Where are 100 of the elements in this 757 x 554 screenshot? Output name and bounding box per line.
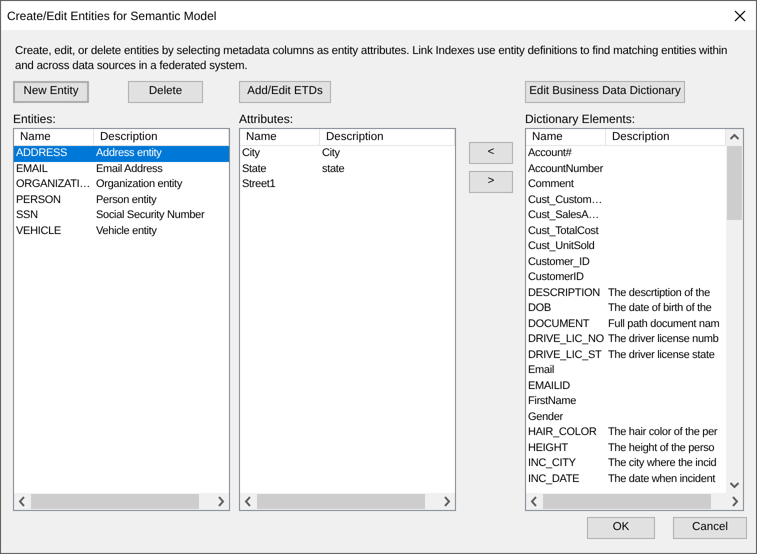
cancel-button[interactable]: Cancel: [673, 517, 747, 539]
dictionary-label: Dictionary Elements:: [525, 111, 636, 128]
name-cell-text: Customer_ID: [527, 254, 590, 270]
name-cell-text: SSN: [15, 208, 39, 223]
horizontal-scrollbar[interactable]: [240, 493, 455, 510]
description-cell-text: Social Security Number: [95, 208, 204, 223]
ok-button[interactable]: OK: [587, 517, 655, 539]
dialog-description: Create, edit, or delete entities by selecting metadata columns as entity attributes. Link Indexes use entity definitions to find matching entities within and across data sources in a federated system.: [15, 44, 728, 74]
name-cell-text: PERSON: [15, 192, 62, 208]
vertical-scrollbar[interactable]: [726, 129, 743, 493]
name-cell-text: DESCRIPTION: [527, 286, 601, 300]
column-header[interactable]: Description: [94, 129, 229, 145]
list-row[interactable]: PERSON Person entity: [14, 192, 229, 208]
description-cell-text: Full path document nam: [607, 316, 720, 332]
description-cell-text: state: [321, 162, 344, 176]
description-cell-text: Vehicle entity: [95, 224, 157, 238]
name-cell-text: DRIVE_LIC_ST: [527, 348, 602, 362]
list-row[interactable]: DESCRIPTION The descrtiption of the: [526, 286, 726, 301]
list-row[interactable]: FirstName: [526, 394, 726, 410]
move-right-button[interactable]: >: [469, 171, 513, 193]
name-cell-text: INC_CITY: [527, 456, 577, 471]
description-cell-text: The city where the incid: [607, 456, 716, 471]
list-row[interactable]: INC_DATE The date when incident: [526, 472, 726, 487]
description-cell-text: The driver license numb: [607, 332, 718, 347]
column-header[interactable]: Name: [526, 129, 606, 145]
description-cell-text: Address entity: [95, 146, 162, 161]
list-row[interactable]: Street1: [240, 177, 455, 192]
name-cell-text: ADDRESS: [15, 146, 68, 161]
new-entity-button[interactable]: New Entity: [13, 81, 89, 103]
list-row[interactable]: Cust_SalesA…: [526, 208, 726, 224]
name-cell-text: HEIGHT: [527, 440, 569, 456]
description-cell-text: The hair color of the per: [607, 425, 718, 440]
move-left-button[interactable]: <: [469, 142, 513, 164]
list-row[interactable]: ORGANIZATI… Organization entity: [14, 177, 229, 192]
description-cell-text: The date when incident: [607, 472, 716, 486]
horizontal-scrollbar[interactable]: [14, 493, 229, 510]
list-row[interactable]: HEIGHT The height of the perso: [526, 440, 726, 456]
name-cell-text: State: [241, 162, 268, 176]
list-row[interactable]: SSN Social Security Number: [14, 208, 229, 224]
description-cell-text: Organization entity: [95, 177, 182, 192]
window-title: Create/Edit Entities for Semantic Model: [7, 8, 218, 24]
list-row[interactable]: EMAIL Email Address: [14, 162, 229, 177]
scrollbar-thumb[interactable]: [543, 494, 711, 509]
scrollbar-thumb[interactable]: [31, 494, 199, 509]
edit-dictionary-button[interactable]: Edit Business Data Dictionary: [525, 81, 685, 103]
list-row[interactable]: State state: [240, 162, 455, 177]
list-row[interactable]: CustomerID: [526, 270, 726, 286]
entities-label: Entities:: [13, 111, 57, 128]
add-edit-etds-button[interactable]: Add/Edit ETDs: [239, 81, 331, 103]
name-cell-text: EMAIL: [15, 162, 49, 176]
column-header[interactable]: Name: [240, 129, 320, 145]
name-cell-text: DOCUMENT: [527, 316, 590, 332]
list-row[interactable]: City City: [240, 146, 455, 162]
delete-button[interactable]: Delete: [128, 81, 203, 103]
name-cell-text: DRIVE_LIC_NO: [527, 332, 605, 347]
list-row[interactable]: DRIVE_LIC_NO The driver license numb: [526, 332, 726, 348]
description-cell-text: The height of the perso: [607, 440, 714, 456]
description-cell-text: Person entity: [95, 192, 156, 208]
description-cell-text: City: [321, 146, 340, 161]
list-row[interactable]: Gender: [526, 410, 726, 425]
name-cell-text: Account#: [527, 146, 573, 161]
list-row[interactable]: HAIR_COLOR The hair color of the per: [526, 425, 726, 440]
name-cell-text: HAIR_COLOR: [527, 425, 598, 440]
horizontal-scrollbar[interactable]: [526, 493, 743, 510]
description-cell-text: The driver license state: [607, 348, 715, 362]
list-row[interactable]: DRIVE_LIC_ST The driver license state: [526, 348, 726, 363]
list-row[interactable]: INC_CITY The city where the incid: [526, 456, 726, 472]
name-cell-text: Cust_TotalCost: [527, 224, 600, 238]
list-row[interactable]: Account#: [526, 146, 726, 162]
list-row[interactable]: Customer_ID: [526, 254, 726, 270]
name-cell-text: DOB: [527, 301, 552, 316]
name-cell-text: CustomerID: [527, 270, 585, 285]
list-row[interactable]: Comment: [526, 177, 726, 192]
name-cell-text: Cust_SalesA…: [527, 208, 600, 223]
list-row[interactable]: Cust_Custom…: [526, 192, 726, 208]
attributes-label: Attributes:: [239, 111, 294, 128]
name-cell-text: Cust_Custom…: [527, 192, 604, 208]
name-cell-text: Email: [527, 363, 556, 378]
name-cell-text: Gender: [527, 410, 564, 424]
scrollbar-thumb[interactable]: [727, 146, 742, 220]
list-row[interactable]: Email: [526, 363, 726, 378]
name-cell-text: Cust_UnitSold: [527, 239, 596, 254]
list-row[interactable]: AccountNumber: [526, 162, 726, 177]
list-row[interactable]: VEHICLE Vehicle entity: [14, 224, 229, 239]
close-icon[interactable]: [734, 10, 746, 22]
column-header[interactable]: Description: [320, 129, 455, 145]
list-row[interactable]: EMAILID: [526, 378, 726, 394]
list-row[interactable]: Cust_TotalCost: [526, 224, 726, 239]
description-cell-text: The date of birth of the: [607, 301, 712, 316]
list-row[interactable]: Cust_UnitSold: [526, 239, 726, 254]
list-row[interactable]: DOCUMENT Full path document nam: [526, 316, 726, 332]
scrollbar-thumb[interactable]: [257, 494, 425, 509]
column-header[interactable]: Name: [14, 129, 94, 145]
name-cell-text: EMAILID: [527, 378, 571, 394]
name-cell-text: VEHICLE: [15, 224, 62, 238]
list-row[interactable]: ADDRESS Address entity: [14, 146, 229, 162]
name-cell-text: AccountNumber: [527, 162, 604, 176]
description-cell-text: The descrtiption of the: [607, 286, 710, 300]
name-cell-text: Street1: [241, 177, 276, 192]
list-row[interactable]: DOB The date of birth of the: [526, 301, 726, 316]
